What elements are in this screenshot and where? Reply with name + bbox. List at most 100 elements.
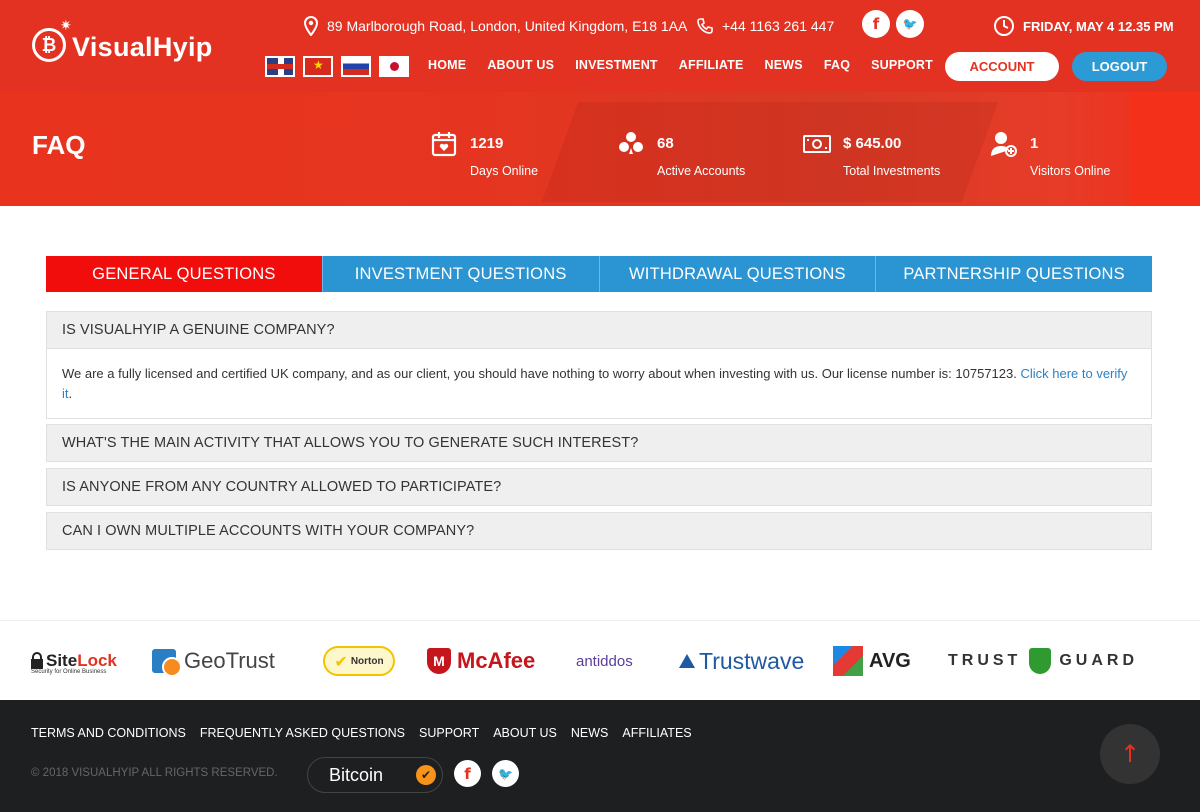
trustguard-text-a: TRUST <box>948 652 1022 669</box>
stat-value: 1219 <box>470 135 504 152</box>
page: ₿ ✷ VisualHyip 89 Marlborough Road, Lond… <box>0 0 1200 812</box>
twitter-icon[interactable]: 🐦 <box>492 760 519 787</box>
stat-label: Total Investments <box>843 164 941 178</box>
footer-link-affiliates[interactable]: AFFILIATES <box>622 726 691 740</box>
mcafee-shield-icon: M <box>427 648 451 674</box>
sitelock-text: SiteLock <box>46 651 117 670</box>
stat-label: Visitors Online <box>1030 164 1111 178</box>
header-social: f 🐦 <box>862 10 924 38</box>
norton-logo[interactable]: ✔ Norton <box>323 643 395 679</box>
geotrust-logo[interactable]: GeoTrust <box>152 643 275 679</box>
trust-logos: SiteLock Security for Online Business Ge… <box>0 620 1200 700</box>
money-icon <box>803 135 831 153</box>
nav-home[interactable]: HOME <box>428 58 466 72</box>
faq-answer: We are a fully licensed and certified UK… <box>46 349 1152 419</box>
tab-withdrawal-questions[interactable]: WITHDRAWAL QUESTIONS <box>599 256 877 292</box>
visitor-icon <box>991 132 1017 157</box>
antiddos-text: antiddos <box>576 652 633 670</box>
faq-question[interactable]: IS ANYONE FROM ANY COUNTRY ALLOWED TO PA… <box>46 468 1152 506</box>
geotrust-text: GeoTrust <box>184 648 275 673</box>
clock-icon <box>994 16 1014 36</box>
avg-mark-icon <box>833 646 863 676</box>
nav-support[interactable]: SUPPORT <box>871 58 933 72</box>
tab-partnership-questions[interactable]: PARTNERSHIP QUESTIONS <box>876 256 1152 292</box>
twitter-icon[interactable]: 🐦 <box>896 10 924 38</box>
flag-japan-icon[interactable] <box>379 56 409 77</box>
footer-link-terms[interactable]: TERMS AND CONDITIONS <box>31 726 186 740</box>
faq-answer-text: We are a fully licensed and certified UK… <box>62 366 1017 381</box>
nav-faq[interactable]: FAQ <box>824 58 850 72</box>
hero-shade-right <box>1130 92 1200 206</box>
stat-value: 1 <box>1030 135 1039 152</box>
phone-text: +44 1163 261 447 <box>722 18 835 34</box>
mcafee-text: McAfee <box>457 648 536 673</box>
footer-link-about[interactable]: ABOUT US <box>493 726 557 740</box>
tab-investment-questions[interactable]: INVESTMENT QUESTIONS <box>322 256 600 292</box>
stat-value: $ 645.00 <box>843 135 902 152</box>
location-pin-icon <box>303 16 319 36</box>
hero-shade <box>541 102 999 202</box>
nav-about-us[interactable]: ABOUT US <box>487 58 554 72</box>
tab-general-questions[interactable]: GENERAL QUESTIONS <box>46 256 323 292</box>
address: 89 Marlborough Road, London, United King… <box>303 15 687 37</box>
logo[interactable]: ₿ ✷ VisualHyip <box>30 18 230 74</box>
brand-name: VisualHyip <box>72 32 213 62</box>
phone[interactable]: +44 1163 261 447 <box>696 15 834 37</box>
address-text: 89 Marlborough Road, London, United King… <box>327 18 688 34</box>
users-icon <box>619 132 643 154</box>
footer-link-support[interactable]: SUPPORT <box>419 726 479 740</box>
mcafee-logo[interactable]: M McAfee <box>427 643 535 679</box>
trustwave-mark-icon <box>679 654 695 668</box>
stat-label: Active Accounts <box>657 164 746 178</box>
faq-tabs: GENERAL QUESTIONS INVESTMENT QUESTIONS W… <box>46 256 1152 292</box>
trustwave-text: Trustwave <box>699 647 805 674</box>
nav-affiliate[interactable]: AFFILIATE <box>679 58 744 72</box>
answer-period: . <box>68 386 73 401</box>
flag-vietnam-icon[interactable]: ★ <box>303 56 333 77</box>
footer-social: f 🐦 <box>454 760 519 787</box>
faq-question[interactable]: IS VISUALHYIP A GENUINE COMPANY? <box>46 311 1152 349</box>
trustguard-text-b: GUARD <box>1059 652 1138 669</box>
facebook-icon[interactable]: f <box>862 10 890 38</box>
antiddos-logo[interactable]: antiddos <box>576 643 633 679</box>
footer-link-news[interactable]: NEWS <box>571 726 609 740</box>
top-header: ₿ ✷ VisualHyip 89 Marlborough Road, Lond… <box>0 0 1200 92</box>
flag-uk-icon[interactable] <box>265 56 295 77</box>
datetime: FRIDAY, MAY 4 12.35 PM <box>993 15 1174 37</box>
avg-logo[interactable]: AVG <box>833 643 911 679</box>
trustwave-logo[interactable]: Trustwave <box>678 643 804 679</box>
spark-icon: ✷ <box>60 18 72 34</box>
trustguard-shield-icon <box>1029 648 1052 674</box>
check-icon: ✔ <box>416 765 436 785</box>
logout-button[interactable]: LOGOUT <box>1072 52 1167 81</box>
account-button[interactable]: ACCOUNT <box>945 52 1059 81</box>
stat-label: Days Online <box>470 164 539 178</box>
lock-icon <box>31 652 43 669</box>
phone-icon <box>697 18 713 34</box>
page-title: FAQ <box>32 130 86 160</box>
flag-russia-icon[interactable] <box>341 56 371 77</box>
sitelock-logo[interactable]: SiteLock Security for Online Business <box>30 643 117 679</box>
bitcoin-badge: Bitcoin ✔ <box>307 757 443 793</box>
sitelock-subtext: Security for Online Business <box>31 669 107 675</box>
scroll-to-top-button[interactable]: ↑ <box>1100 724 1160 784</box>
footer-nav: TERMS AND CONDITIONS FREQUENTLY ASKED QU… <box>31 726 706 740</box>
calendar-icon <box>431 132 457 157</box>
datetime-text: FRIDAY, MAY 4 12.35 PM <box>1023 18 1174 34</box>
hero-band <box>0 92 1200 206</box>
bitcoin-badge-text: Bitcoin <box>329 764 384 785</box>
nav-news[interactable]: NEWS <box>765 58 803 72</box>
faq-question[interactable]: WHAT'S THE MAIN ACTIVITY THAT ALLOWS YOU… <box>46 424 1152 462</box>
main-nav: HOME ABOUT US INVESTMENT AFFILIATE NEWS … <box>428 58 954 72</box>
facebook-icon[interactable]: f <box>454 760 481 787</box>
faq-question[interactable]: CAN I OWN MULTIPLE ACCOUNTS WITH YOUR CO… <box>46 512 1152 550</box>
footer-link-faq[interactable]: FREQUENTLY ASKED QUESTIONS <box>200 726 405 740</box>
nav-investment[interactable]: INVESTMENT <box>575 58 658 72</box>
footer: TERMS AND CONDITIONS FREQUENTLY ASKED QU… <box>0 700 1200 812</box>
stat-value: 68 <box>657 135 674 152</box>
language-switcher: ★ <box>265 56 409 77</box>
norton-seal-icon: ✔ Norton <box>323 646 395 676</box>
geotrust-mark-icon <box>152 649 182 677</box>
trustguard-logo[interactable]: TRUST GUARD <box>948 643 1138 679</box>
copyright: © 2018 VISUALHYIP ALL RIGHTS RESERVED. <box>31 767 278 779</box>
